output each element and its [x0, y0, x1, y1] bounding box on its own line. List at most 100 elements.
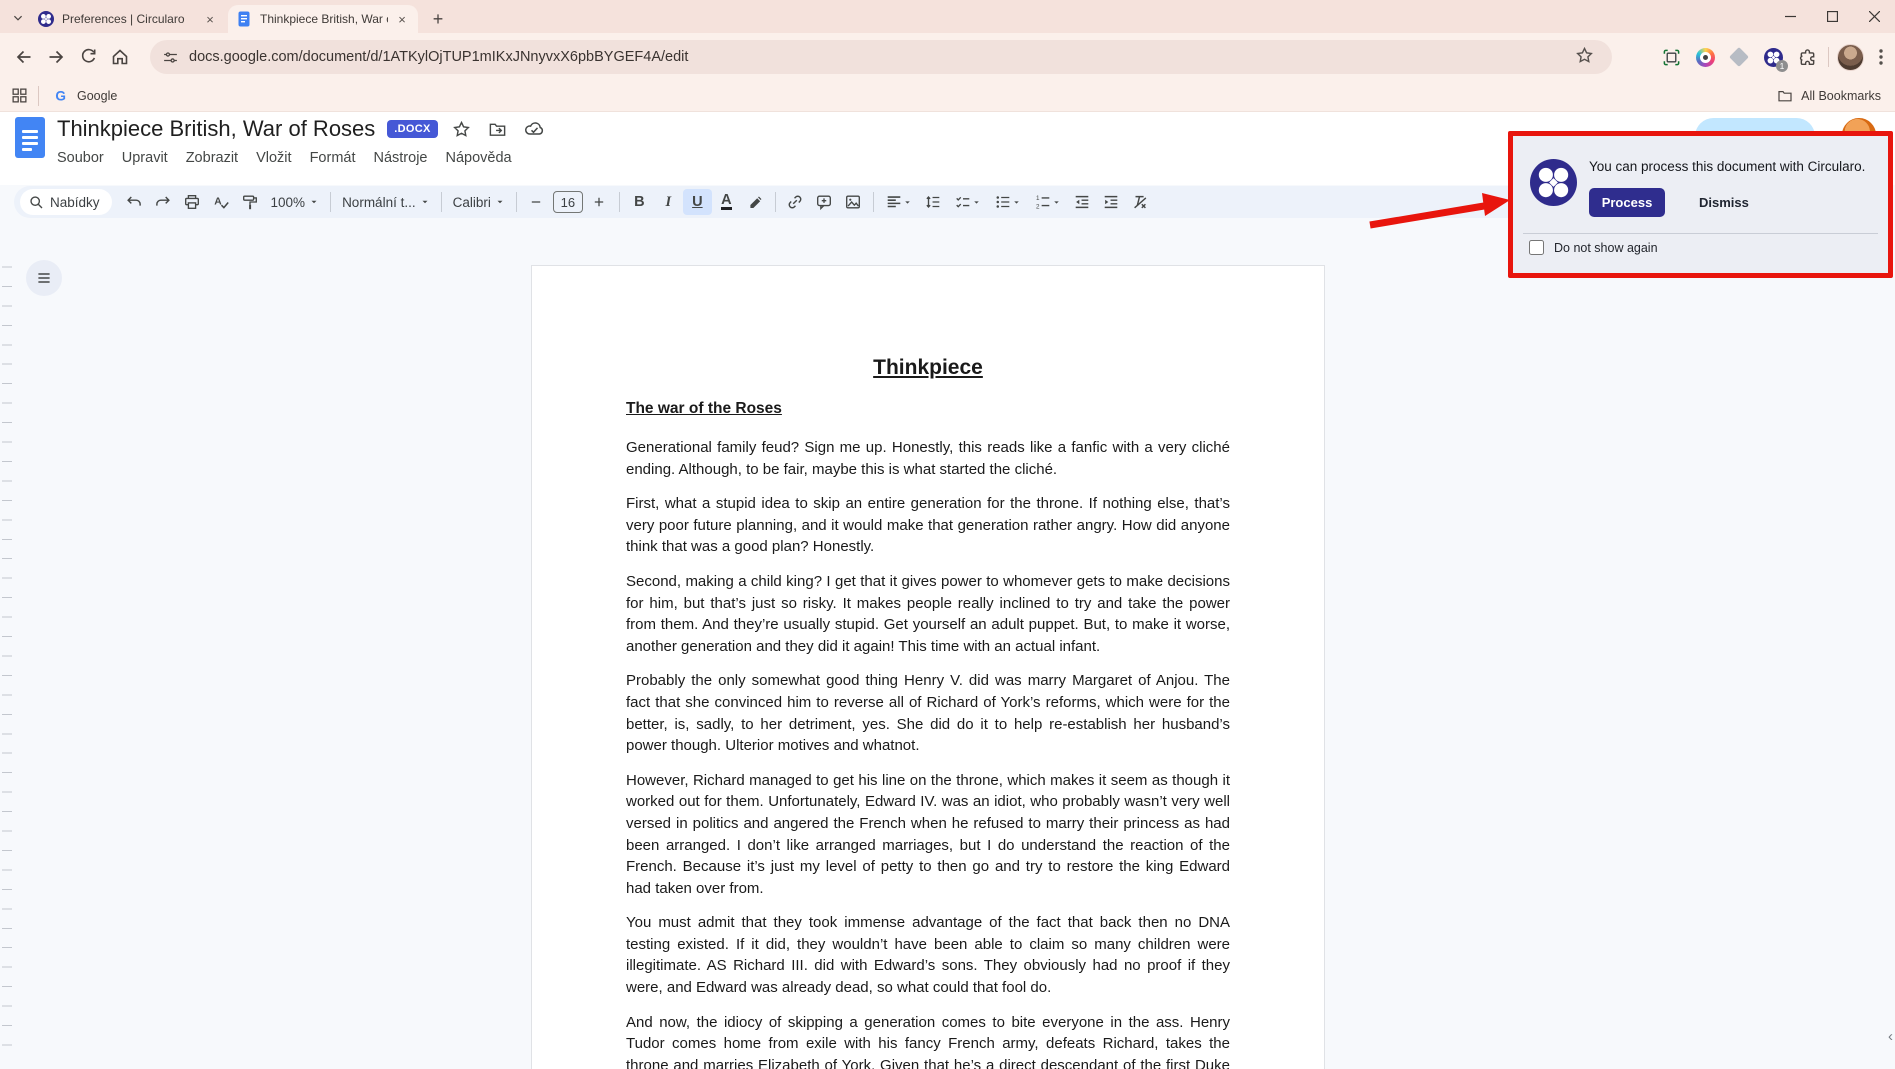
home-button[interactable]	[104, 41, 136, 73]
docx-badge: .DOCX	[387, 120, 437, 138]
zoom-select[interactable]: 100%	[265, 189, 326, 215]
divider	[775, 192, 776, 212]
increase-font-size-button[interactable]	[585, 189, 614, 215]
browser-tab-docs-active[interactable]: Thinkpiece British, War of Roses ×	[228, 5, 418, 33]
minus-icon	[529, 195, 543, 209]
extension-badge: 1	[1776, 60, 1788, 72]
browser-tab-preferences[interactable]: Preferences | Circularo ×	[30, 5, 226, 33]
align-button[interactable]	[879, 189, 919, 215]
divider	[38, 86, 39, 106]
undo-button[interactable]	[120, 189, 149, 215]
zoom-value: 100%	[271, 195, 306, 210]
document-paragraph: Generational family feud? Sign me up. Ho…	[626, 437, 1230, 480]
chevron-down-icon	[1012, 198, 1021, 207]
side-panel-button[interactable]	[4, 79, 34, 113]
send-extension-button[interactable]	[1722, 40, 1756, 74]
menus-search-button[interactable]: Nabídky	[20, 189, 112, 215]
browser-profile-button[interactable]	[1833, 40, 1867, 74]
insert-link-button[interactable]	[781, 189, 810, 215]
paragraph-style-select[interactable]: Normální t...	[336, 189, 436, 215]
checklist-button[interactable]	[948, 189, 988, 215]
google-docs-icon	[15, 117, 45, 158]
side-panel-collapse-icon[interactable]: ‹	[1888, 1028, 1893, 1045]
link-icon	[786, 193, 804, 211]
move-document-button[interactable]	[486, 117, 510, 141]
browser-window: Preferences | Circularo × Thinkpiece Bri…	[0, 0, 1895, 1069]
increase-indent-button[interactable]	[1097, 189, 1126, 215]
all-bookmarks-button[interactable]: All Bookmarks	[1777, 88, 1881, 104]
font-size-input[interactable]: 16	[553, 191, 583, 213]
bold-button[interactable]: B	[625, 189, 654, 215]
highlight-color-button[interactable]	[741, 189, 770, 215]
circularo-favicon	[38, 11, 54, 27]
lens-extension-button[interactable]	[1688, 40, 1722, 74]
circularo-extension-button[interactable]: 1	[1756, 40, 1790, 74]
document-subheading: The war of the Roses	[626, 400, 1230, 418]
redo-button[interactable]	[149, 189, 178, 215]
menu-item[interactable]: Nástroje	[364, 146, 436, 170]
decrease-indent-button[interactable]	[1068, 189, 1097, 215]
bulleted-list-button[interactable]	[988, 189, 1028, 215]
style-value: Normální t...	[342, 195, 416, 210]
forward-button[interactable]	[40, 41, 72, 73]
svg-text:1: 1	[1036, 195, 1040, 202]
window-maximize-button[interactable]	[1811, 0, 1853, 33]
paint-format-button[interactable]	[236, 189, 265, 215]
menu-item[interactable]: Zobrazit	[177, 146, 247, 170]
document-page[interactable]: Thinkpiece The war of the Roses Generati…	[531, 265, 1325, 1069]
document-status-button[interactable]	[522, 117, 546, 141]
window-close-button[interactable]	[1853, 0, 1895, 33]
tab-close-icon[interactable]: ×	[202, 11, 218, 27]
browser-menu-button[interactable]	[1867, 40, 1895, 74]
back-button[interactable]	[8, 41, 40, 73]
extensions-menu-button[interactable]	[1790, 40, 1824, 74]
browser-navbar: docs.google.com/document/d/1ATKylOjTUP1m…	[0, 33, 1895, 80]
font-select[interactable]: Calibri	[447, 189, 511, 215]
circularo-popup: You can process this document with Circu…	[1508, 131, 1893, 278]
divider	[873, 192, 874, 212]
menu-item[interactable]: Soubor	[48, 146, 113, 170]
document-title[interactable]: Thinkpiece British, War of Roses	[57, 116, 375, 142]
star-icon	[1575, 46, 1594, 65]
clear-formatting-button[interactable]	[1126, 189, 1155, 215]
menu-item[interactable]: Vložit	[247, 146, 300, 170]
bookmark-google[interactable]: G Google	[53, 88, 117, 104]
print-button[interactable]	[178, 189, 207, 215]
tab-search-button[interactable]	[6, 6, 30, 30]
insert-image-button[interactable]	[839, 189, 868, 215]
tab-close-icon[interactable]: ×	[394, 11, 410, 27]
do-not-show-again-checkbox[interactable]	[1529, 240, 1544, 255]
show-outline-button[interactable]	[26, 260, 62, 296]
divider	[441, 192, 442, 212]
line-spacing-button[interactable]	[919, 189, 948, 215]
process-button[interactable]: Process	[1589, 188, 1665, 217]
add-comment-button[interactable]	[810, 189, 839, 215]
star-document-button[interactable]	[450, 117, 474, 141]
menu-item[interactable]: Nápověda	[436, 146, 520, 170]
menu-item[interactable]: Upravit	[113, 146, 177, 170]
do-not-show-again-label: Do not show again	[1554, 241, 1658, 255]
indent-icon	[1102, 193, 1120, 211]
numbered-list-button[interactable]: 12	[1028, 189, 1068, 215]
reload-button[interactable]	[72, 41, 104, 73]
decrease-font-size-button[interactable]	[522, 189, 551, 215]
clear-formatting-icon	[1131, 193, 1149, 211]
url-text: docs.google.com/document/d/1ATKylOjTUP1m…	[189, 49, 1575, 65]
menu-item[interactable]: Formát	[301, 146, 365, 170]
bookmark-star-button[interactable]	[1575, 46, 1594, 68]
window-minimize-button[interactable]	[1769, 0, 1811, 33]
google-favicon: G	[53, 88, 69, 104]
document-paragraph: And now, the idiocy of skipping a genera…	[626, 1012, 1230, 1069]
chevron-down-icon	[495, 197, 505, 207]
spellcheck-button[interactable]: A	[207, 189, 236, 215]
url-bar[interactable]: docs.google.com/document/d/1ATKylOjTUP1m…	[150, 40, 1612, 74]
new-tab-button[interactable]: +	[426, 7, 450, 31]
underline-button[interactable]: U	[683, 189, 712, 215]
comment-icon	[815, 193, 833, 211]
text-color-button[interactable]: A	[712, 189, 741, 215]
screenshot-tool-button[interactable]	[1654, 40, 1688, 74]
browser-action-icons: 1	[1654, 40, 1895, 74]
italic-button[interactable]: I	[654, 189, 683, 215]
svg-text:A: A	[214, 197, 222, 208]
dismiss-button[interactable]: Dismiss	[1689, 188, 1759, 217]
